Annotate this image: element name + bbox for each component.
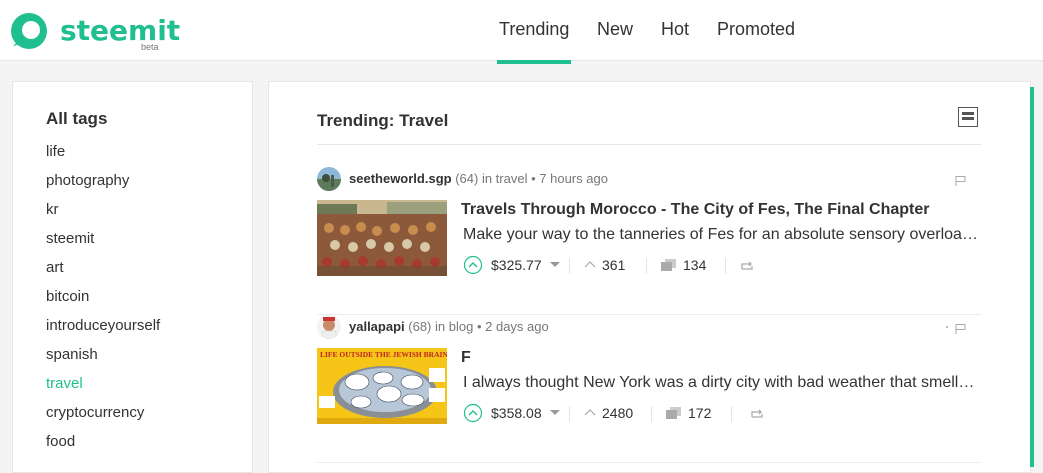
- votes-count[interactable]: 2480: [602, 405, 633, 421]
- title-divider: [317, 144, 981, 145]
- post-author[interactable]: yallapapi: [349, 319, 405, 334]
- tag-kr[interactable]: kr: [46, 201, 59, 218]
- post-category[interactable]: in blog: [435, 319, 473, 334]
- divider: [725, 258, 726, 274]
- reblog-icon[interactable]: [750, 408, 764, 420]
- post-excerpt[interactable]: I always thought New York was a dirty ci…: [463, 374, 981, 392]
- votes-icon[interactable]: [584, 407, 596, 419]
- tag-steemit[interactable]: steemit: [46, 230, 94, 247]
- tag-introduceyourself[interactable]: introduceyourself: [46, 317, 160, 334]
- nav-new[interactable]: New: [597, 19, 633, 40]
- post-excerpt[interactable]: Make your way to the tanneries of Fes fo…: [463, 226, 981, 244]
- brand-name: steemit: [60, 14, 181, 47]
- avatar[interactable]: [317, 315, 341, 339]
- tag-cryptocurrency[interactable]: cryptocurrency: [46, 404, 144, 421]
- layout-toggle-icon[interactable]: [958, 107, 978, 127]
- post-thumbnail[interactable]: LIFE OUTSIDE THE JEWISH BRAIN: [317, 348, 447, 424]
- post-thumbnail[interactable]: [317, 200, 447, 276]
- scroll-indicator[interactable]: [1030, 87, 1034, 467]
- post-actions: $358.08 2480 172: [463, 403, 943, 424]
- post-time[interactable]: • 2 days ago: [477, 319, 549, 334]
- tag-food[interactable]: food: [46, 433, 75, 450]
- upvote-icon[interactable]: [463, 255, 483, 275]
- divider: [646, 258, 647, 274]
- top-header: steemit beta Trending New Hot Promoted: [0, 0, 1043, 61]
- chevron-down-icon[interactable]: [550, 410, 560, 416]
- tag-photography[interactable]: photography: [46, 172, 129, 189]
- nav-trending[interactable]: Trending: [499, 19, 569, 40]
- comments-count[interactable]: 134: [683, 257, 706, 273]
- payout-amount[interactable]: $358.08: [491, 405, 542, 421]
- tag-art[interactable]: art: [46, 259, 64, 276]
- post-time[interactable]: • 7 hours ago: [531, 171, 608, 186]
- flag-icon[interactable]: [955, 175, 967, 187]
- tags-sidebar: All tags life photography kr steemit art…: [12, 81, 253, 473]
- avatar[interactable]: [317, 167, 341, 191]
- post-feed: Trending: Travel seetheworld.sgp (64) in…: [268, 81, 1031, 473]
- author-reputation: (64): [455, 171, 479, 186]
- post-item: seetheworld.sgp (64) in travel • 7 hours…: [317, 167, 981, 315]
- upvote-icon[interactable]: [463, 403, 483, 423]
- sidebar-title: All tags: [46, 109, 108, 128]
- votes-icon[interactable]: [584, 259, 596, 271]
- post-item: yallapapi (68) in blog • 2 days ago LIFE…: [317, 315, 981, 463]
- thumbnail-caption: LIFE OUTSIDE THE JEWISH BRAIN: [320, 350, 447, 359]
- flag-icon[interactable]: [945, 323, 967, 335]
- tag-travel[interactable]: travel: [46, 375, 83, 392]
- chevron-down-icon[interactable]: [550, 262, 560, 268]
- nav-active-indicator: [497, 60, 571, 64]
- comments-icon[interactable]: [661, 259, 677, 273]
- post-divider: [317, 462, 981, 463]
- comments-icon[interactable]: [666, 407, 682, 421]
- tag-spanish[interactable]: spanish: [46, 346, 98, 363]
- brand-beta-tag: beta: [141, 42, 159, 52]
- nav-hot[interactable]: Hot: [661, 19, 689, 40]
- tag-life[interactable]: life: [46, 143, 65, 160]
- divider: [731, 406, 732, 422]
- post-meta: seetheworld.sgp (64) in travel • 7 hours…: [349, 171, 608, 186]
- divider: [569, 406, 570, 422]
- divider: [569, 258, 570, 274]
- author-reputation: (68): [408, 319, 432, 334]
- reblog-icon[interactable]: [740, 260, 754, 272]
- post-author[interactable]: seetheworld.sgp: [349, 171, 452, 186]
- post-title[interactable]: Travels Through Morocco - The City of Fe…: [461, 201, 930, 219]
- votes-count[interactable]: 361: [602, 257, 625, 273]
- tag-bitcoin[interactable]: bitcoin: [46, 288, 89, 305]
- comments-count[interactable]: 172: [688, 405, 711, 421]
- payout-amount[interactable]: $325.77: [491, 257, 542, 273]
- nav-promoted[interactable]: Promoted: [717, 19, 795, 40]
- post-actions: $325.77 361 134: [463, 255, 943, 276]
- steemit-logo-icon: [11, 13, 47, 49]
- post-category[interactable]: in travel: [482, 171, 528, 186]
- post-meta: yallapapi (68) in blog • 2 days ago: [349, 319, 549, 334]
- divider: [651, 406, 652, 422]
- post-title[interactable]: F: [461, 349, 471, 367]
- feed-title: Trending: Travel: [317, 111, 449, 130]
